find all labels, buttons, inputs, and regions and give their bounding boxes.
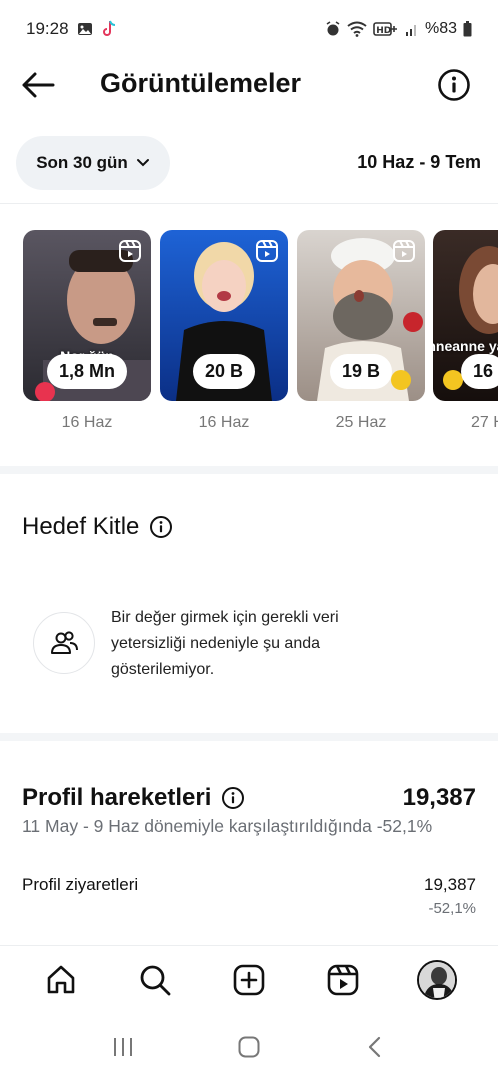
audience-section-title: Hedef Kitle [22,513,173,541]
reel-caption: Anneanne yapa [433,338,498,354]
date-range-dropdown-label: Son 30 gün [36,153,128,172]
info-icon[interactable] [437,68,471,102]
profile-activity-total: 19,387 [402,784,476,811]
gallery-icon [77,21,93,37]
hd-plus-icon: HD [373,21,399,37]
reels-icon [118,239,142,263]
search-icon[interactable] [131,956,179,1004]
profile-visits-label: Profil ziyaretleri [22,875,139,894]
profile-visits-value: 19,387 [424,875,476,894]
reel-views-badge: 16 [461,354,498,389]
chevron-down-icon [136,153,150,173]
reel-item[interactable]: 20 B 16 Haz [160,230,288,432]
create-icon[interactable] [225,956,273,1004]
header: Görüntülemeler [0,58,498,114]
tiktok-icon [101,20,117,38]
avatar [417,960,457,1000]
top-reels-list: Nor ğün 1,8 Mn 16 Haz 20 B 16 Haz [0,230,498,440]
reels-icon [255,239,279,263]
profile-activity-title: Profil hareketleri [22,784,245,812]
audience-empty-state: Bir değer girmek için gerekli veri yeter… [33,605,391,683]
reel-thumbnail[interactable]: Anneanne yapa 16 [433,230,498,401]
reel-date: 16 Haz [61,414,113,431]
info-icon[interactable] [221,786,245,810]
section-separator [0,733,498,741]
battery-percent: %83 [424,20,457,37]
status-left: 19:28 [26,19,117,39]
system-nav-bar [0,1014,498,1080]
recent-apps-icon[interactable] [103,1027,143,1067]
reel-views-badge: 20 B [192,354,256,389]
page-title: Görüntülemeler [100,68,302,98]
svg-text:HD: HD [376,26,391,36]
reel-thumbnail[interactable]: Nor ğün 1,8 Mn [23,230,151,401]
back-arrow-icon[interactable] [20,70,56,100]
reel-item[interactable]: 19 B 25 Haz [297,230,425,432]
back-system-icon[interactable] [355,1027,395,1067]
people-icon [33,612,95,674]
reels-icon[interactable] [319,956,367,1004]
status-time: 19:28 [26,19,69,38]
status-bar: 19:28 HD %83 [0,0,498,58]
profile-activity-comparison: 11 May - 9 Haz dönemiyle karşılaştırıldı… [22,816,433,836]
info-icon[interactable] [149,515,173,539]
profile-activity-title-text: Profil hareketleri [22,784,212,811]
bottom-nav [0,946,498,1014]
alarm-icon [325,21,341,37]
profile-visits-change: -52,1% [428,900,476,917]
status-right: HD %83 [325,20,472,38]
reel-thumbnail[interactable]: 20 B [160,230,288,401]
reel-views-badge: 19 B [329,354,393,389]
profile-avatar[interactable] [413,956,461,1004]
signal-icon [405,21,419,37]
home-icon[interactable] [37,956,85,1004]
reel-date: 16 Haz [198,414,250,431]
date-range-dropdown[interactable]: Son 30 gün [16,136,170,190]
reel-views-badge: 1,8 Mn [46,354,128,389]
wifi-icon [347,21,367,37]
date-range-text: 10 Haz - 9 Tem [357,152,481,172]
divider [0,203,498,204]
battery-icon [463,21,472,37]
audience-title-text: Hedef Kitle [22,513,140,540]
reel-date: 27 H [471,414,498,431]
reel-thumbnail[interactable]: 19 B [297,230,425,401]
reels-icon [392,239,416,263]
reel-item[interactable]: Anneanne yapa 16 27 H [433,230,498,432]
home-system-icon[interactable] [229,1027,269,1067]
section-separator [0,466,498,474]
reel-item[interactable]: Nor ğün 1,8 Mn 16 Haz [23,230,151,432]
reel-date: 25 Haz [335,414,387,431]
audience-empty-message: Bir değer girmek için gerekli veri yeter… [111,609,339,678]
